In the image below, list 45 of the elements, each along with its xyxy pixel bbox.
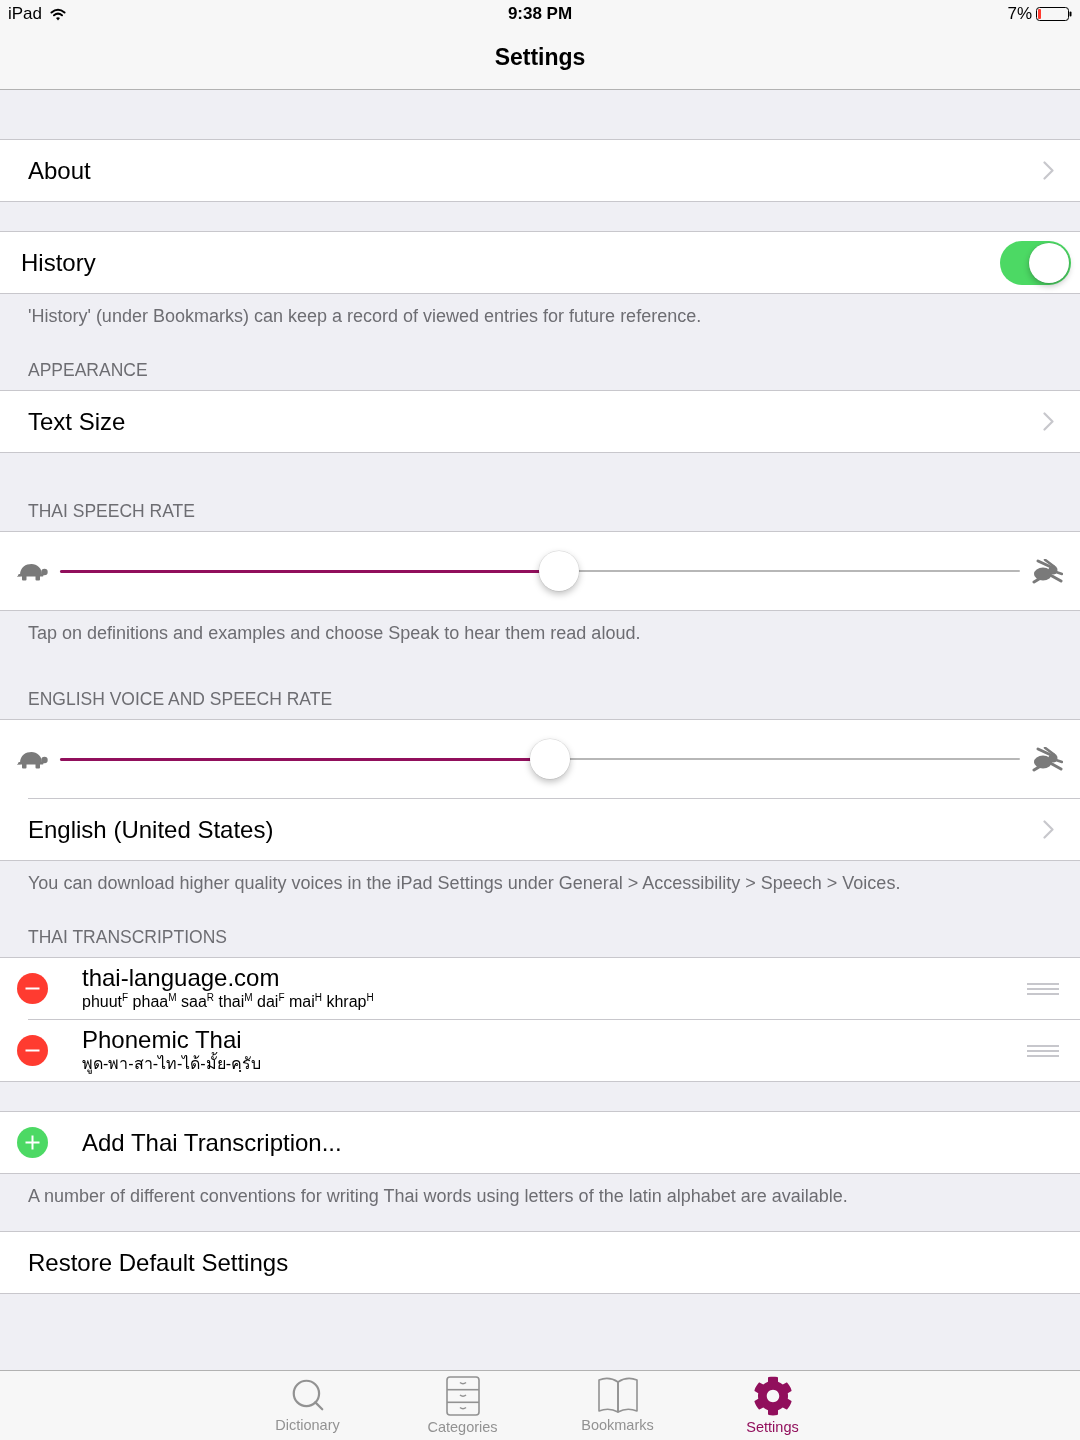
section-header: APPEARANCE	[27, 359, 149, 382]
settings-row[interactable]: Text Size	[0, 391, 1080, 452]
add-transcription-row[interactable]: Add Thai Transcription...	[0, 1112, 1080, 1173]
section-header: THAI SPEECH RATE	[27, 500, 196, 523]
add-icon	[17, 1127, 48, 1158]
drawer-cabinet-icon	[445, 1376, 480, 1416]
transcription-example: phuut$^{F}$ phaa$^{M}$ saa$^{R}$ thai$^{M}$ dai$^{F}$ mai$^{H}$ khrap$^{H}$	[82, 991, 374, 1012]
settings-icon	[752, 1376, 793, 1416]
slider-thumb[interactable]	[529, 739, 570, 779]
section-footer: You can download higher quality voices in the iPad Settings under General > Accessibility > Speech > Voices.	[0, 861, 1080, 894]
settings-row[interactable]: About	[0, 140, 1080, 201]
section-header: ENGLISH VOICE AND SPEECH RATE	[27, 688, 334, 711]
section-header: THAI TRANSCRIPTIONS	[27, 926, 228, 949]
battery-icon	[1036, 7, 1072, 21]
chevron-icon	[1043, 412, 1054, 431]
drag-handle-icon[interactable]	[1027, 982, 1059, 995]
drag-handle-icon[interactable]	[1027, 1044, 1059, 1057]
tab-item[interactable]: Settings	[695, 1371, 850, 1440]
transcription-title: thai-language.com	[82, 963, 280, 992]
turtle-icon	[17, 749, 48, 769]
wifi-icon	[50, 7, 67, 21]
rabbit-icon	[1032, 558, 1063, 584]
status-time: 9:38 PM	[507, 4, 573, 24]
open-book-icon	[596, 1376, 639, 1414]
navigation-title: Settings	[494, 44, 586, 71]
settings-row[interactable]: Restore Default Settings	[0, 1232, 1080, 1293]
transcription-example: พูด-พา-สา-ไท-ได้-มั้ย-คฺรับ	[82, 1053, 261, 1074]
toggle-switch[interactable]	[1000, 240, 1071, 285]
battery-percentage: 7%	[1007, 4, 1032, 24]
remove-icon[interactable]	[17, 973, 48, 1004]
chevron-icon	[1043, 820, 1054, 839]
turtle-icon	[17, 561, 48, 581]
chevron-icon	[1043, 161, 1054, 180]
section-footer: A number of different conventions for writing Thai words using letters of the latin alphabet are available.	[0, 1174, 1080, 1207]
transcription-title: Phonemic Thai	[82, 1025, 242, 1053]
section-footer: Tap on definitions and examples and choose Speak to hear them read aloud.	[0, 611, 1080, 644]
device-name: iPad	[8, 4, 43, 24]
slider-track[interactable]	[60, 739, 1020, 779]
row-label: History	[21, 248, 96, 277]
remove-icon[interactable]	[17, 1035, 48, 1066]
slider-thumb[interactable]	[539, 551, 580, 591]
settings-row[interactable]: English (United States)	[0, 799, 1080, 860]
rabbit-icon	[1032, 746, 1063, 772]
section-footer: 'History' (under Bookmarks) can keep a record of viewed entries for future reference.	[0, 294, 1080, 327]
slider-track[interactable]	[60, 551, 1020, 591]
